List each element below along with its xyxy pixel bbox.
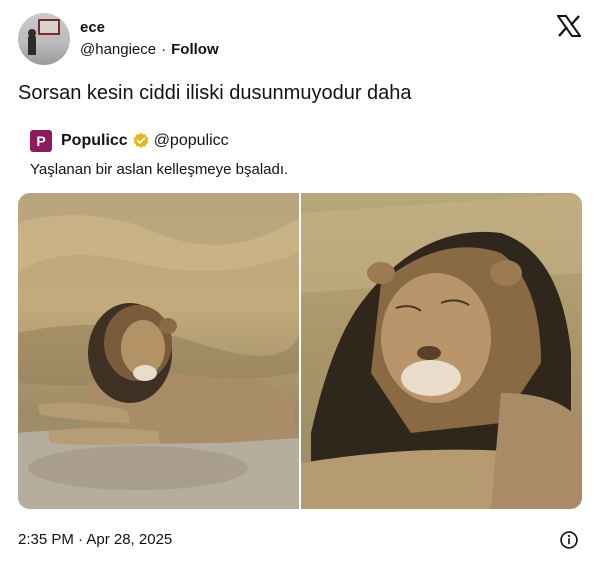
lion-resting-photo[interactable] — [18, 193, 299, 509]
tweet-timestamp[interactable]: 2:35 PM · Apr 28, 2025 — [18, 531, 172, 548]
populicc-logo-icon[interactable]: P — [30, 130, 52, 152]
avatar[interactable] — [18, 13, 70, 65]
separator-dot: · — [161, 41, 167, 58]
avatar-figure — [28, 35, 36, 55]
quoted-author-handle[interactable]: @populicc — [154, 132, 229, 150]
quoted-tweet-text: Yaşlanan bir aslan kelleşmeye bşaladı. — [30, 161, 289, 178]
avatar-frame — [38, 19, 60, 35]
info-icon[interactable] — [559, 530, 579, 550]
lion-closeup-photo[interactable] — [301, 193, 582, 509]
verified-badge-icon — [133, 132, 149, 149]
display-name[interactable]: ece — [80, 19, 105, 36]
x-logo-icon[interactable] — [557, 15, 581, 37]
follow-button[interactable]: Follow — [171, 41, 219, 58]
tweet-text: Sorsan kesin ciddi iliski dusunmuyodur d… — [18, 82, 412, 104]
author-handle[interactable]: @hangiece — [80, 41, 156, 58]
quoted-author-name[interactable]: Populicc — [61, 132, 128, 150]
quoted-tweet-header[interactable]: P Populicc @populicc — [30, 130, 229, 152]
handle-line: @hangiece · Follow — [80, 41, 219, 58]
